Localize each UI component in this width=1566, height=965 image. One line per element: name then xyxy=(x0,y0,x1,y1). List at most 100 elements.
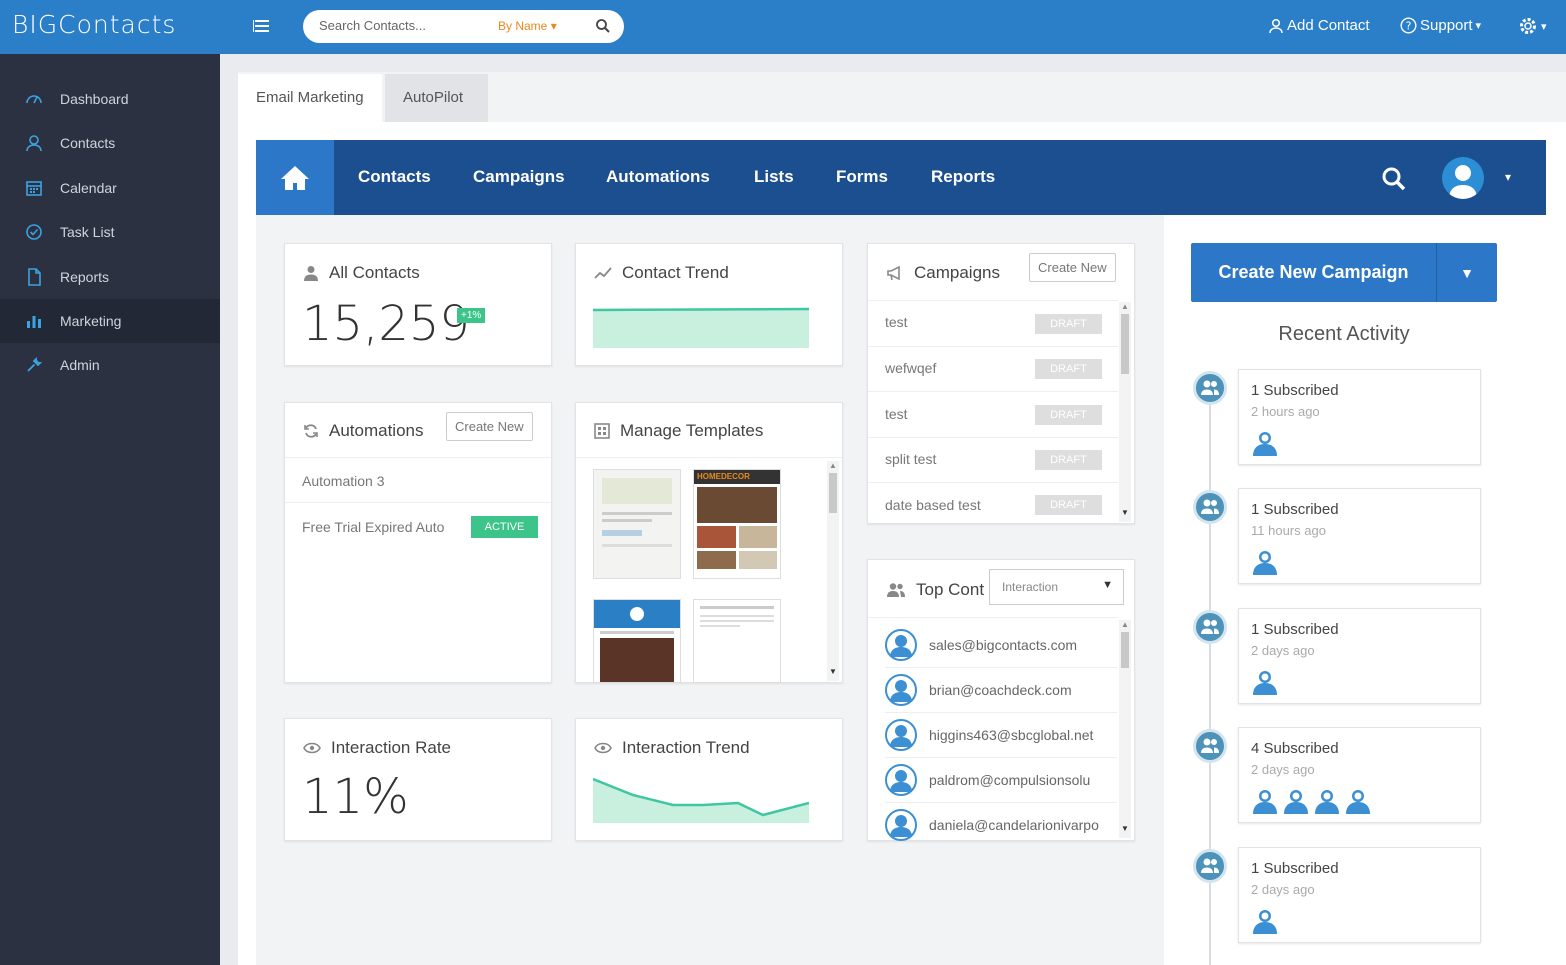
filter-selected-value: Interaction xyxy=(1002,580,1059,594)
activity-title: 4 Subscribed xyxy=(1251,740,1339,757)
list-item[interactable]: brian@coachdeck.com xyxy=(885,667,1117,712)
growth-badge: +1% xyxy=(457,308,486,323)
search-icon[interactable] xyxy=(595,18,613,36)
campaign-item[interactable]: date based test xyxy=(885,497,981,513)
card-title: Contact Trend xyxy=(594,263,729,283)
support-label: Support xyxy=(1420,17,1473,34)
create-campaign-small-button[interactable]: Create New xyxy=(1029,253,1116,282)
template-brand: HOMEDECOR xyxy=(697,472,750,481)
contact-trend-title: Contact Trend xyxy=(622,263,729,282)
menu-toggle-icon[interactable] xyxy=(253,17,271,35)
list-item[interactable]: higgins463@sbcglobal.net xyxy=(885,712,1117,757)
campaigns-scrollbar[interactable]: ▲ xyxy=(1119,302,1131,522)
avatar-icon[interactable] xyxy=(1251,786,1279,814)
nav-lists[interactable]: Lists xyxy=(754,167,794,187)
chevron-down-icon[interactable]: ▼ xyxy=(1437,243,1497,302)
marketing-nav xyxy=(256,140,1546,215)
avatar-icon[interactable] xyxy=(1251,547,1279,575)
card-title: Campaigns xyxy=(886,263,1000,283)
avatar-icon xyxy=(885,719,917,751)
avatar-icon[interactable] xyxy=(1313,786,1341,814)
avatar-icon[interactable] xyxy=(1251,906,1279,934)
chevron-down-icon: ▾ xyxy=(1541,20,1547,33)
sidebar-item-admin[interactable]: Admin xyxy=(0,343,220,387)
scroll-down-icon[interactable]: ▼ xyxy=(829,667,837,676)
avatar-icon xyxy=(1449,165,1477,199)
card-title: Manage Templates xyxy=(594,421,763,441)
search-scope-dropdown[interactable]: By Name ▾ xyxy=(498,19,557,33)
list-item[interactable]: daniela@candelarionivarpo xyxy=(885,802,1117,847)
settings-menu[interactable]: ▾ xyxy=(1518,16,1547,36)
bar-chart-icon xyxy=(27,316,41,328)
status-badge: DRAFT xyxy=(1035,359,1102,379)
scroll-down-icon[interactable]: ▼ xyxy=(1121,508,1129,517)
all-contacts-value: 15,259 xyxy=(302,296,470,352)
templates-scrollbar[interactable]: ▲ xyxy=(827,461,839,681)
status-badge: DRAFT xyxy=(1035,495,1102,515)
subscribe-icon xyxy=(1193,729,1227,763)
activity-avatars xyxy=(1251,667,1279,695)
campaigns-title: Campaigns xyxy=(914,263,1000,282)
subscribe-icon xyxy=(1193,490,1227,524)
nav-contacts[interactable]: Contacts xyxy=(358,167,431,187)
gauge-icon xyxy=(26,95,42,104)
avatar-icon xyxy=(885,809,917,841)
list-item[interactable]: sales@bigcontacts.com xyxy=(885,622,1117,667)
template-thumbnail[interactable]: HOMEDECOR xyxy=(693,469,781,579)
activity-card[interactable]: 1 Subscribed 2 days ago xyxy=(1238,847,1481,943)
app-logo[interactable]: BIGContacts xyxy=(12,10,176,39)
sidebar-item-marketing[interactable]: Marketing xyxy=(0,299,220,343)
sidebar-item-reports[interactable]: Reports xyxy=(0,255,220,299)
template-thumbnail[interactable] xyxy=(593,469,681,579)
document-icon xyxy=(28,268,41,286)
interaction-trend-card: Interaction Trend xyxy=(575,718,843,841)
card-title: Automations xyxy=(303,421,424,441)
contact-email: higgins463@sbcglobal.net xyxy=(929,727,1094,743)
avatar-icon[interactable] xyxy=(1282,786,1310,814)
avatar-icon[interactable] xyxy=(1344,786,1372,814)
templates-card: Manage Templates HOMEDECOR ▲ ▼ xyxy=(575,402,843,683)
nav-automations[interactable]: Automations xyxy=(606,167,710,187)
template-thumbnail[interactable] xyxy=(593,599,681,683)
scroll-down-icon[interactable]: ▼ xyxy=(1121,824,1129,833)
avatar-icon[interactable] xyxy=(1251,667,1279,695)
nav-search-icon[interactable] xyxy=(1381,166,1407,197)
campaign-item[interactable]: split test xyxy=(885,451,936,467)
sidebar-item-contacts[interactable]: Contacts xyxy=(0,121,220,165)
user-avatar[interactable] xyxy=(1442,157,1484,199)
tab-email-marketing[interactable]: Email Marketing xyxy=(238,74,382,122)
chevron-down-icon[interactable]: ▾ xyxy=(1505,170,1511,184)
create-automation-button[interactable]: Create New xyxy=(446,412,533,441)
top-contacts-filter-select[interactable]: Interaction ▼ xyxy=(989,569,1124,605)
activity-card[interactable]: 1 Subscribed 2 hours ago xyxy=(1238,369,1481,465)
avatar-icon xyxy=(885,628,917,661)
sidebar-item-dashboard[interactable]: Dashboard xyxy=(0,77,220,121)
home-button[interactable] xyxy=(256,140,334,215)
template-thumbnail[interactable] xyxy=(693,599,781,683)
nav-forms[interactable]: Forms xyxy=(836,167,888,187)
sidebar-item-label: Admin xyxy=(60,357,100,373)
campaign-item[interactable]: test xyxy=(885,314,908,330)
automation-item[interactable]: Free Trial Expired Auto xyxy=(302,519,467,535)
nav-reports[interactable]: Reports xyxy=(931,167,995,187)
subscribe-icon xyxy=(1193,610,1227,644)
avatar-icon[interactable] xyxy=(1251,428,1279,456)
create-new-campaign-button[interactable]: Create New Campaign xyxy=(1191,243,1437,302)
list-item[interactable]: paldrom@compulsionsolu xyxy=(885,757,1117,802)
campaign-item[interactable]: wefwqef xyxy=(885,360,936,376)
tab-autopilot[interactable]: AutoPilot xyxy=(385,74,488,122)
add-contact-button[interactable]: Add Contact xyxy=(1268,17,1370,34)
card-title: All Contacts xyxy=(303,263,420,283)
activity-card[interactable]: 1 Subscribed 11 hours ago xyxy=(1238,488,1481,584)
search-input[interactable] xyxy=(319,18,489,33)
sidebar-item-calendar[interactable]: Calendar xyxy=(0,166,220,210)
nav-campaigns[interactable]: Campaigns xyxy=(473,167,565,187)
automation-item[interactable]: Automation 3 xyxy=(302,473,385,489)
sidebar-item-task-list[interactable]: Task List xyxy=(0,210,220,254)
top-contacts-scrollbar[interactable]: ▲ xyxy=(1119,620,1131,838)
interaction-rate-value: 11% xyxy=(302,769,409,825)
campaign-item[interactable]: test xyxy=(885,406,908,422)
activity-card[interactable]: 1 Subscribed 2 days ago xyxy=(1238,608,1481,704)
support-menu[interactable]: ? Support ▾ xyxy=(1400,17,1481,34)
activity-card[interactable]: 4 Subscribed 2 days ago xyxy=(1238,727,1481,823)
